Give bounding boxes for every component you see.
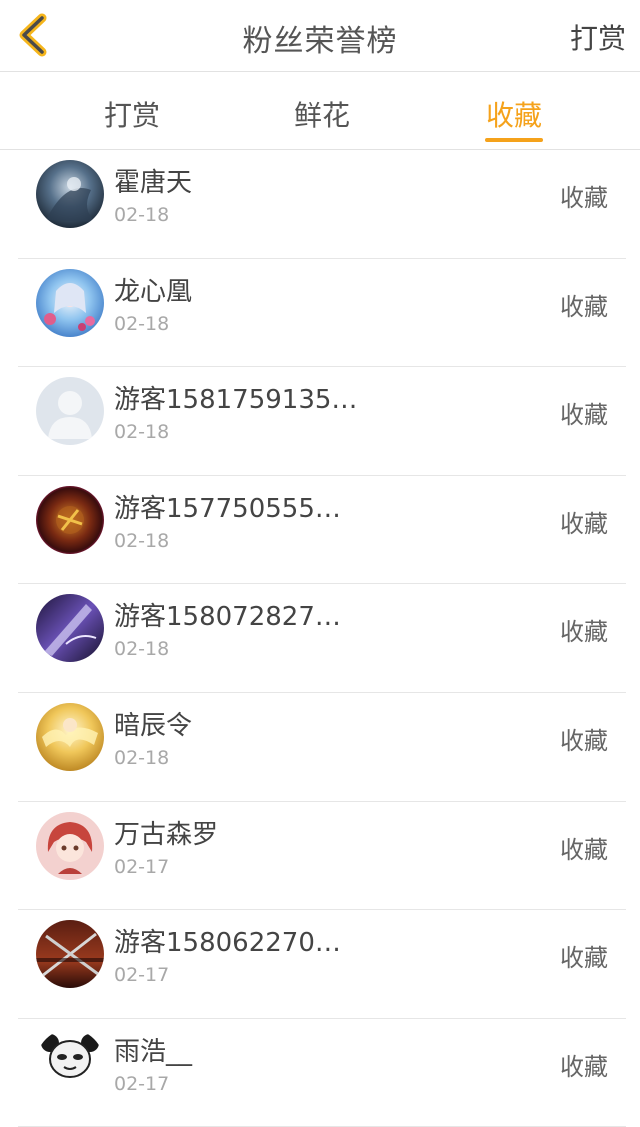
fan-date: 02-17 bbox=[114, 855, 170, 878]
avatar bbox=[36, 377, 104, 446]
top-bar: 粉丝荣誉榜 打赏 bbox=[0, 0, 640, 72]
list-item[interactable]: 雨浩__ 02-17 收藏 bbox=[18, 1019, 626, 1127]
fan-type-label: 收藏 bbox=[560, 509, 608, 538]
fan-name: 暗辰令 bbox=[114, 710, 193, 741]
fan-name: 霍唐天 bbox=[114, 168, 193, 198]
tab-reward[interactable]: 打赏 bbox=[104, 94, 160, 134]
avatar bbox=[36, 1028, 104, 1097]
avatar bbox=[36, 920, 104, 989]
fan-date: 02-18 bbox=[114, 529, 170, 552]
fan-type-label: 收藏 bbox=[560, 726, 608, 755]
fan-name: 龙心凰 bbox=[114, 276, 193, 307]
list-item[interactable]: 龙心凰 02-18 收藏 bbox=[18, 259, 626, 368]
fan-name: 万古森罗 bbox=[114, 819, 219, 850]
list-item[interactable]: 游客157750555… 02-18 收藏 bbox=[18, 476, 626, 585]
list-item[interactable]: 霍唐天 02-18 收藏 bbox=[18, 150, 626, 259]
active-tab-indicator bbox=[485, 138, 543, 142]
avatar bbox=[36, 811, 104, 880]
fan-date: 02-18 bbox=[114, 421, 170, 444]
fan-type-label: 收藏 bbox=[560, 184, 608, 212]
reward-button[interactable]: 打赏 bbox=[570, 17, 626, 57]
fan-date: 02-18 bbox=[114, 746, 170, 769]
fan-name: 游客158062270… bbox=[114, 928, 341, 959]
fan-type-label: 收藏 bbox=[560, 401, 608, 430]
list-item[interactable]: 万古森罗 02-17 收藏 bbox=[18, 802, 626, 911]
avatar bbox=[36, 485, 104, 554]
tab-bar: 打赏 鲜花 收藏 bbox=[0, 72, 640, 150]
fan-date: 02-18 bbox=[114, 312, 170, 335]
fan-name: 游客158072827… bbox=[114, 602, 341, 633]
avatar bbox=[36, 268, 104, 337]
list-item[interactable]: 暗辰令 02-18 收藏 bbox=[18, 693, 626, 802]
fan-name: 游客157750555… bbox=[114, 493, 341, 524]
fan-date: 02-17 bbox=[114, 1072, 170, 1095]
fan-type-label: 收藏 bbox=[560, 944, 608, 973]
fan-type-label: 收藏 bbox=[560, 1052, 608, 1081]
avatar bbox=[36, 594, 104, 663]
avatar bbox=[36, 160, 104, 228]
list-item[interactable]: 游客158072827… 02-18 收藏 bbox=[18, 584, 626, 693]
fan-name: 雨浩__ bbox=[114, 1036, 193, 1067]
fan-date: 02-18 bbox=[114, 638, 170, 661]
fan-list: 霍唐天 02-18 收藏 龙心凰 02-18 收藏 游客1581759135… … bbox=[0, 150, 640, 1127]
list-item[interactable]: 游客158062270… 02-17 收藏 bbox=[18, 910, 626, 1019]
fan-type-label: 收藏 bbox=[560, 618, 608, 647]
fan-type-label: 收藏 bbox=[560, 292, 608, 321]
fan-date: 02-18 bbox=[114, 204, 170, 226]
avatar bbox=[36, 702, 104, 771]
fan-type-label: 收藏 bbox=[560, 835, 608, 864]
tab-favorites[interactable]: 收藏 bbox=[486, 94, 542, 134]
tab-flowers[interactable]: 鲜花 bbox=[294, 94, 350, 134]
fan-date: 02-17 bbox=[114, 964, 170, 987]
fan-name: 游客1581759135… bbox=[114, 385, 358, 416]
list-item[interactable]: 游客1581759135… 02-18 收藏 bbox=[18, 367, 626, 476]
page-title: 粉丝荣誉榜 bbox=[242, 24, 398, 59]
